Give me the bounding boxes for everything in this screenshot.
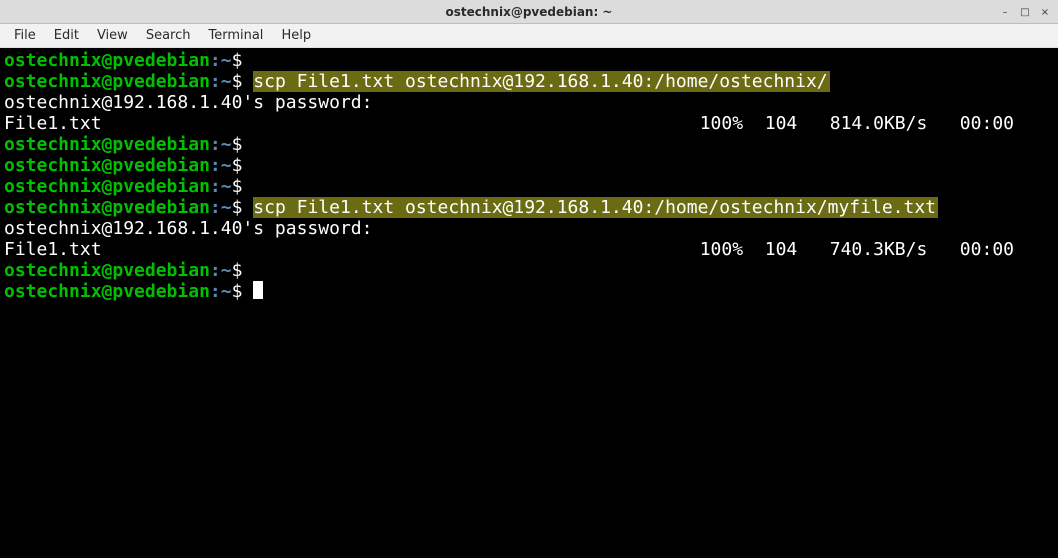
password-prompt-2: ostechnix@192.168.1.40's password: [4, 218, 1054, 239]
prompt-line: ostechnix@pvedebian:~$ [4, 176, 1054, 197]
menu-terminal[interactable]: Terminal [200, 26, 271, 45]
command-line-1: ostechnix@pvedebian:~$ scp File1.txt ost… [4, 71, 1054, 92]
titlebar-controls: – □ × [998, 0, 1052, 24]
transfer-1-stats: 100% 104 814.0KB/s 00:00 [700, 113, 1054, 134]
menubar: File Edit View Search Terminal Help [0, 24, 1058, 48]
transfer-2-stats: 100% 104 740.3KB/s 00:00 [700, 239, 1054, 260]
prompt-line: ostechnix@pvedebian:~$ [4, 134, 1054, 155]
prompt-user-host: ostechnix@pvedebian [4, 50, 210, 71]
menu-help[interactable]: Help [273, 26, 319, 45]
maximize-button[interactable]: □ [1018, 5, 1032, 19]
close-button[interactable]: × [1038, 5, 1052, 19]
prompt-symbol: $ [232, 50, 243, 71]
terminal-area[interactable]: ostechnix@pvedebian:~$ ostechnix@pvedebi… [0, 48, 1058, 558]
transfer-row-2: File1.txt 100% 104 740.3KB/s 00:00 [4, 239, 1054, 260]
titlebar: ostechnix@pvedebian: ~ – □ × [0, 0, 1058, 24]
password-prompt-1: ostechnix@192.168.1.40's password: [4, 92, 1054, 113]
transfer-1-file: File1.txt [4, 113, 102, 134]
command-line-2: ostechnix@pvedebian:~$ scp File1.txt ost… [4, 197, 1054, 218]
prompt-line: ostechnix@pvedebian:~$ [4, 50, 1054, 71]
prompt-line: ostechnix@pvedebian:~$ [4, 155, 1054, 176]
menu-search[interactable]: Search [138, 26, 199, 45]
transfer-row-1: File1.txt 100% 104 814.0KB/s 00:00 [4, 113, 1054, 134]
minimize-button[interactable]: – [998, 5, 1012, 19]
prompt-line-cursor: ostechnix@pvedebian:~$ [4, 281, 1054, 302]
prompt-line: ostechnix@pvedebian:~$ [4, 260, 1054, 281]
command-2-text: scp File1.txt ostechnix@192.168.1.40:/ho… [253, 197, 938, 218]
prompt-path: ~ [221, 50, 232, 71]
menu-edit[interactable]: Edit [46, 26, 87, 45]
window-title: ostechnix@pvedebian: ~ [446, 5, 613, 19]
prompt-sep: : [210, 50, 221, 71]
cursor-icon [253, 281, 263, 299]
transfer-2-file: File1.txt [4, 239, 102, 260]
terminal-window: ostechnix@pvedebian: ~ – □ × File Edit V… [0, 0, 1058, 558]
menu-file[interactable]: File [6, 26, 44, 45]
command-1-text: scp File1.txt ostechnix@192.168.1.40:/ho… [253, 71, 829, 92]
menu-view[interactable]: View [89, 26, 136, 45]
